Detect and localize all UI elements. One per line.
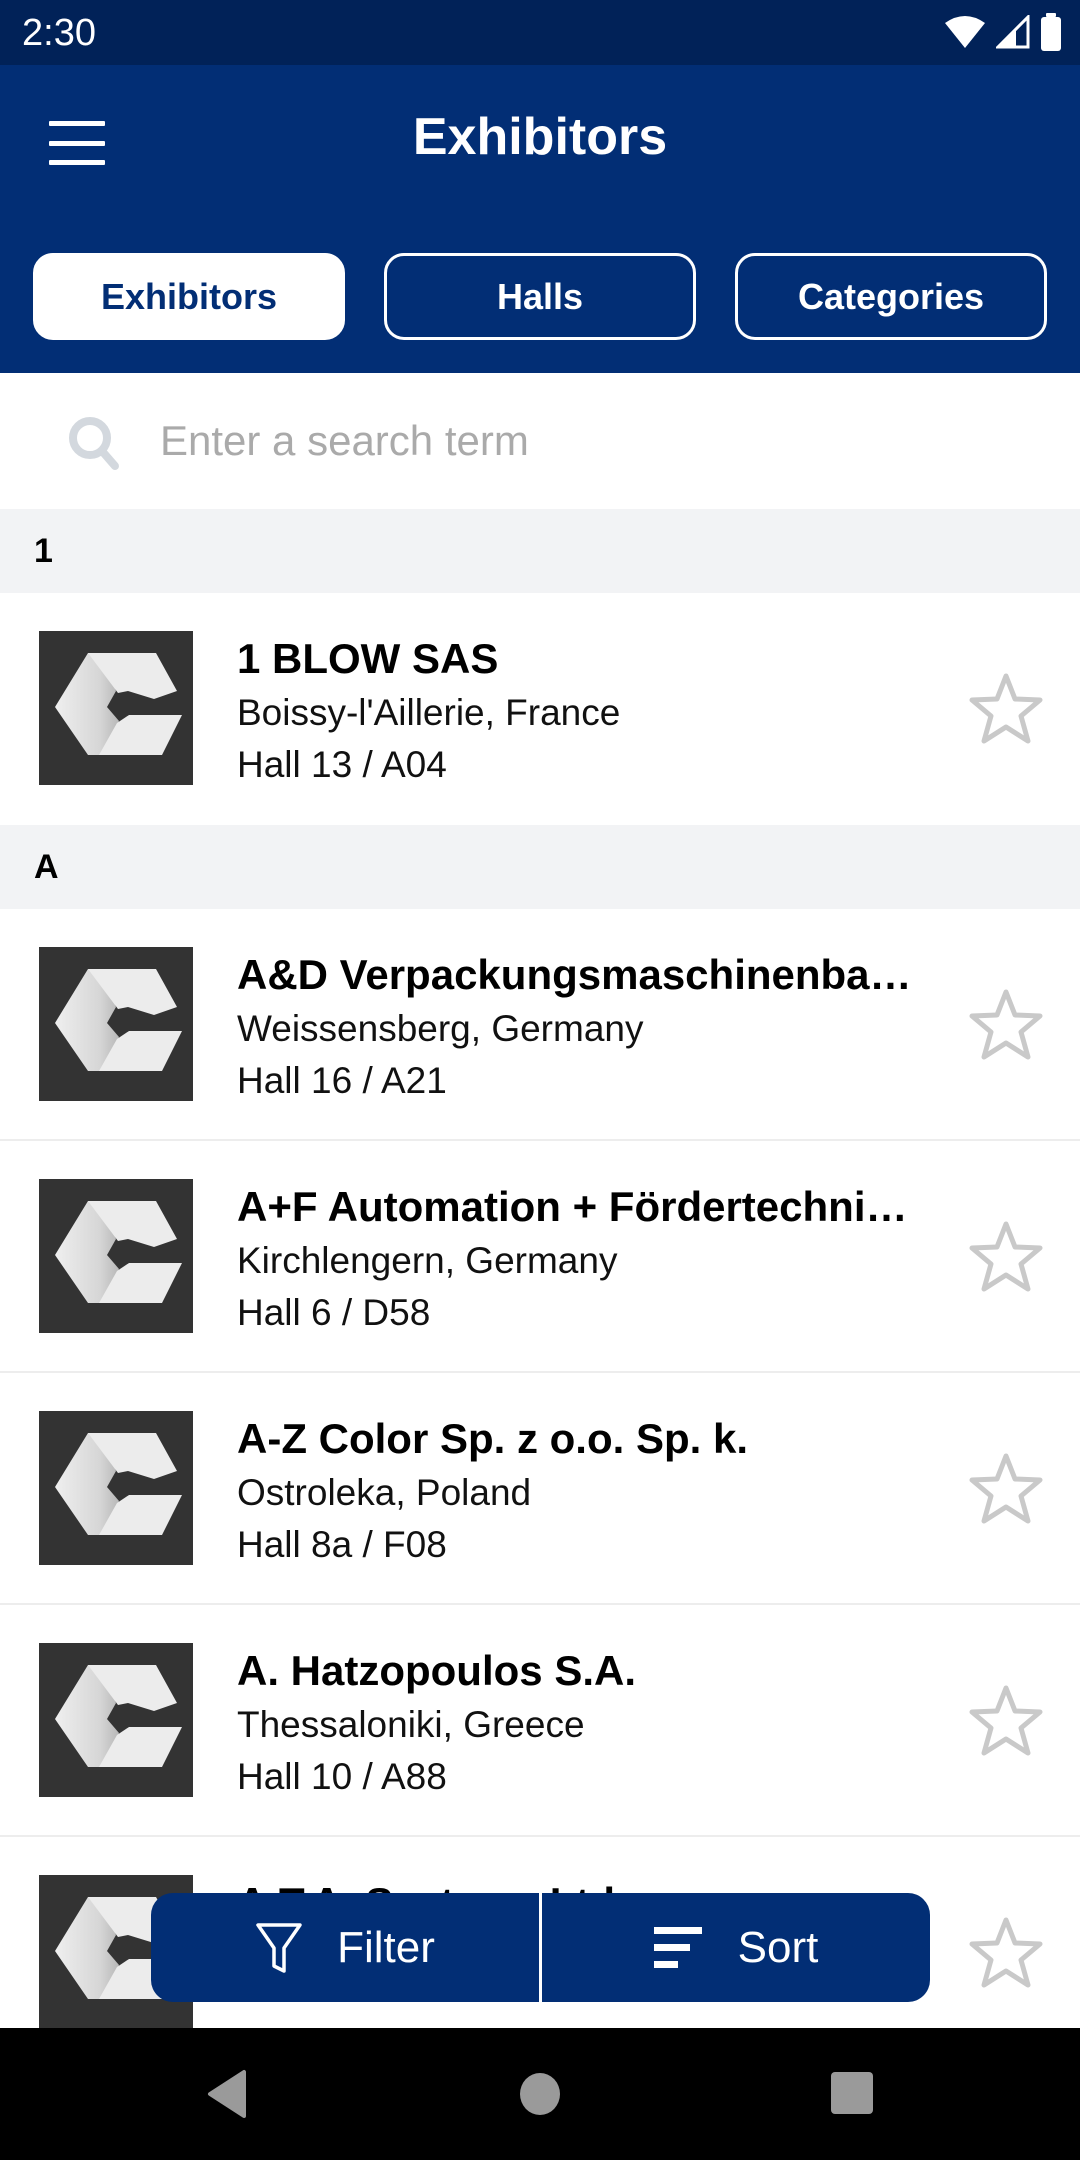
exhibitor-name: A. Hatzopoulos S.A. bbox=[237, 1647, 636, 1694]
sort-label: Sort bbox=[737, 1922, 819, 1972]
favorite-star-icon[interactable] bbox=[966, 1217, 1046, 1297]
exhibitor-hall: Hall 16 / A21 bbox=[237, 1060, 447, 1101]
back-icon[interactable] bbox=[198, 2064, 258, 2124]
list-item[interactable]: 1 BLOW SAS Boissy-l'Aillerie, France Hal… bbox=[0, 593, 1080, 825]
exhibitor-logo bbox=[39, 1643, 193, 1797]
favorite-star-icon[interactable] bbox=[966, 1913, 1046, 1993]
status-bar: 2:30 bbox=[0, 0, 1080, 65]
cellular-signal-icon bbox=[996, 15, 1030, 49]
filter-sort-bar: Filter Sort bbox=[151, 1893, 930, 2002]
exhibitor-name: A&D Verpackungsmaschinenba… bbox=[237, 951, 912, 998]
company-logo-icon bbox=[39, 1643, 193, 1797]
search-icon bbox=[69, 417, 119, 470]
status-icons bbox=[944, 13, 1062, 51]
company-logo-icon bbox=[39, 1411, 193, 1565]
filter-funnel-icon bbox=[256, 1922, 302, 1973]
list-item[interactable]: A-Z Color Sp. z o.o. Sp. k. Ostroleka, P… bbox=[0, 1373, 1080, 1605]
list-item[interactable]: A&D Verpackungsmaschinenba… Weissensberg… bbox=[0, 909, 1080, 1141]
list-item-text: A+F Automation + Fördertechnik… Kirchlen… bbox=[237, 1179, 917, 1339]
exhibitor-name: A-Z Color Sp. z o.o. Sp. k. bbox=[237, 1415, 748, 1462]
favorite-star-icon[interactable] bbox=[966, 669, 1046, 749]
company-logo-icon bbox=[39, 947, 193, 1101]
exhibitor-logo bbox=[39, 1179, 193, 1333]
list-item-text: A-Z Color Sp. z o.o. Sp. k. Ostroleka, P… bbox=[237, 1411, 917, 1571]
exhibitor-logo bbox=[39, 1411, 193, 1565]
list-item[interactable]: A+F Automation + Fördertechnik… Kirchlen… bbox=[0, 1141, 1080, 1373]
battery-icon bbox=[1041, 13, 1061, 51]
tab-exhibitors[interactable]: Exhibitors bbox=[33, 253, 345, 340]
search-input[interactable] bbox=[160, 403, 1040, 479]
tab-categories[interactable]: Categories bbox=[735, 253, 1047, 340]
list-item[interactable]: A. Hatzopoulos S.A. Thessaloniki, Greece… bbox=[0, 1605, 1080, 1837]
exhibitor-hall: Hall 8a / F08 bbox=[237, 1524, 447, 1565]
sort-button[interactable]: Sort bbox=[542, 1893, 930, 2002]
exhibitor-location: Weissensberg, Germany bbox=[237, 1008, 644, 1049]
tab-halls[interactable]: Halls bbox=[384, 253, 696, 340]
company-logo-icon bbox=[39, 631, 193, 785]
exhibitor-hall: Hall 10 / A88 bbox=[237, 1756, 447, 1797]
exhibitor-name: A+F Automation + Fördertechnik… bbox=[237, 1183, 917, 1230]
filter-button[interactable]: Filter bbox=[151, 1893, 539, 2002]
exhibitor-name: 1 BLOW SAS bbox=[237, 635, 499, 682]
home-icon[interactable] bbox=[510, 2064, 570, 2124]
exhibitor-location: Kirchlengern, Germany bbox=[237, 1240, 618, 1281]
app-bar: Exhibitors Exhibitors Halls Categories bbox=[0, 65, 1080, 373]
exhibitor-hall: Hall 6 / D58 bbox=[237, 1292, 431, 1333]
exhibitor-location: Boissy-l'Aillerie, France bbox=[237, 692, 621, 733]
favorite-star-icon[interactable] bbox=[966, 985, 1046, 1065]
favorite-star-icon[interactable] bbox=[966, 1681, 1046, 1761]
favorite-star-icon[interactable] bbox=[966, 1449, 1046, 1529]
list-item-text: A&D Verpackungsmaschinenba… Weissensberg… bbox=[237, 947, 917, 1107]
exhibitor-location: Thessaloniki, Greece bbox=[237, 1704, 585, 1745]
sort-lines-icon bbox=[653, 1926, 702, 1968]
page-title: Exhibitors bbox=[412, 108, 668, 166]
exhibitor-location: Ostroleka, Poland bbox=[237, 1472, 532, 1513]
exhibitor-hall: Hall 13 / A04 bbox=[237, 744, 447, 785]
list-item-text: 1 BLOW SAS Boissy-l'Aillerie, France Hal… bbox=[237, 631, 917, 791]
company-logo-icon bbox=[39, 1179, 193, 1333]
exhibitor-logo bbox=[39, 947, 193, 1101]
wifi-icon bbox=[945, 16, 985, 48]
section-header: A bbox=[0, 825, 1080, 909]
filter-label: Filter bbox=[337, 1922, 435, 1972]
search-bar bbox=[0, 373, 1080, 509]
recents-icon[interactable] bbox=[822, 2064, 882, 2124]
status-time: 2:30 bbox=[22, 12, 96, 54]
system-nav-bar bbox=[0, 2028, 1080, 2160]
exhibitor-list: 1 1 BLOW SAS Boissy-l'Aillerie, France H… bbox=[0, 509, 1080, 2069]
exhibitor-logo bbox=[39, 631, 193, 785]
list-item-text: A. Hatzopoulos S.A. Thessaloniki, Greece… bbox=[237, 1643, 917, 1803]
section-header: 1 bbox=[0, 509, 1080, 593]
